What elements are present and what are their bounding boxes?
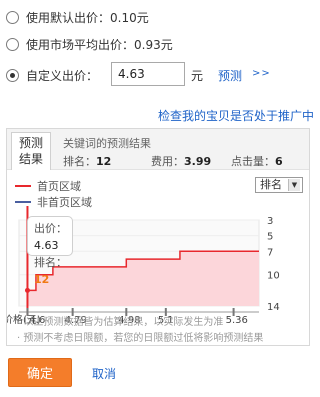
clicks-stat: 点击量：6 [231,155,283,168]
default-bid-option[interactable]: 使用默认出价：0.10元 [6,7,149,27]
x-tick-label: 5.36 [226,315,248,326]
rank-stat: 排名：12 [63,155,112,168]
prediction-panel: 预测 结果 关键词的预测结果 排名：12 费用：3.99 点击量：6 首页区域 … [6,128,310,346]
legend-non-homepage-swatch [15,201,31,203]
cost-stat: 费用：3.99 [151,155,212,168]
legend-homepage-swatch [15,185,31,187]
currency-unit: 元 [191,69,204,83]
prediction-summary: 预测 结果 关键词的预测结果 排名：12 费用：3.99 点击量：6 [7,129,309,170]
y-tick-label: 7 [267,247,273,258]
cancel-button[interactable]: 取消 [92,365,116,382]
rank-prediction-chart: 首页区域 非首页区域 排名 ▼ 3 5 7 10 14 价格(元) 4.6 4.79 4.98 5… [7,170,309,345]
market-avg-bid-label: 使用市场平均出价：0.93元 [26,37,173,52]
y-tick-label: 10 [267,271,280,282]
note-estimate: · 以上预测数据皆为估算结果，以实际发生为准 [17,317,224,328]
prediction-result-tab: 预测 结果 [11,132,51,170]
chevron-down-icon[interactable]: ▼ [288,179,300,191]
data-point [24,287,30,293]
y-tick-label: 14 [267,302,280,313]
predict-link[interactable]: 预测 [218,67,242,84]
market-avg-bid-radio[interactable] [6,37,19,51]
chart-tooltip: 出价：4.63 排名：12 [27,216,73,286]
market-avg-bid-option[interactable]: 使用市场平均出价：0.93元 [6,34,173,54]
confirm-button[interactable]: 确定 [8,358,72,387]
legend-homepage-label: 首页区域 [37,180,81,193]
chart-metric-select[interactable]: 排名 ▼ [255,177,303,193]
default-bid-radio[interactable] [6,10,19,24]
y-tick-label: 5 [267,232,273,243]
custom-bid-label: 自定义出价： [26,68,99,83]
note-daily-limit: · 预测不考虑日限额，若您的日限额过低将影响预测结果 [17,333,264,344]
prediction-title: 关键词的预测结果 [63,137,151,150]
custom-bid-radio[interactable] [6,68,19,82]
y-tick-label: 3 [267,216,273,227]
check-promotion-link[interactable]: 检查我的宝贝是否处于推广中 [158,107,314,124]
predict-arrows-icon[interactable]: >> [252,68,271,79]
custom-bid-input[interactable] [111,62,185,86]
default-bid-label: 使用默认出价：0.10元 [26,10,149,25]
custom-bid-option[interactable]: 自定义出价： [6,65,98,85]
